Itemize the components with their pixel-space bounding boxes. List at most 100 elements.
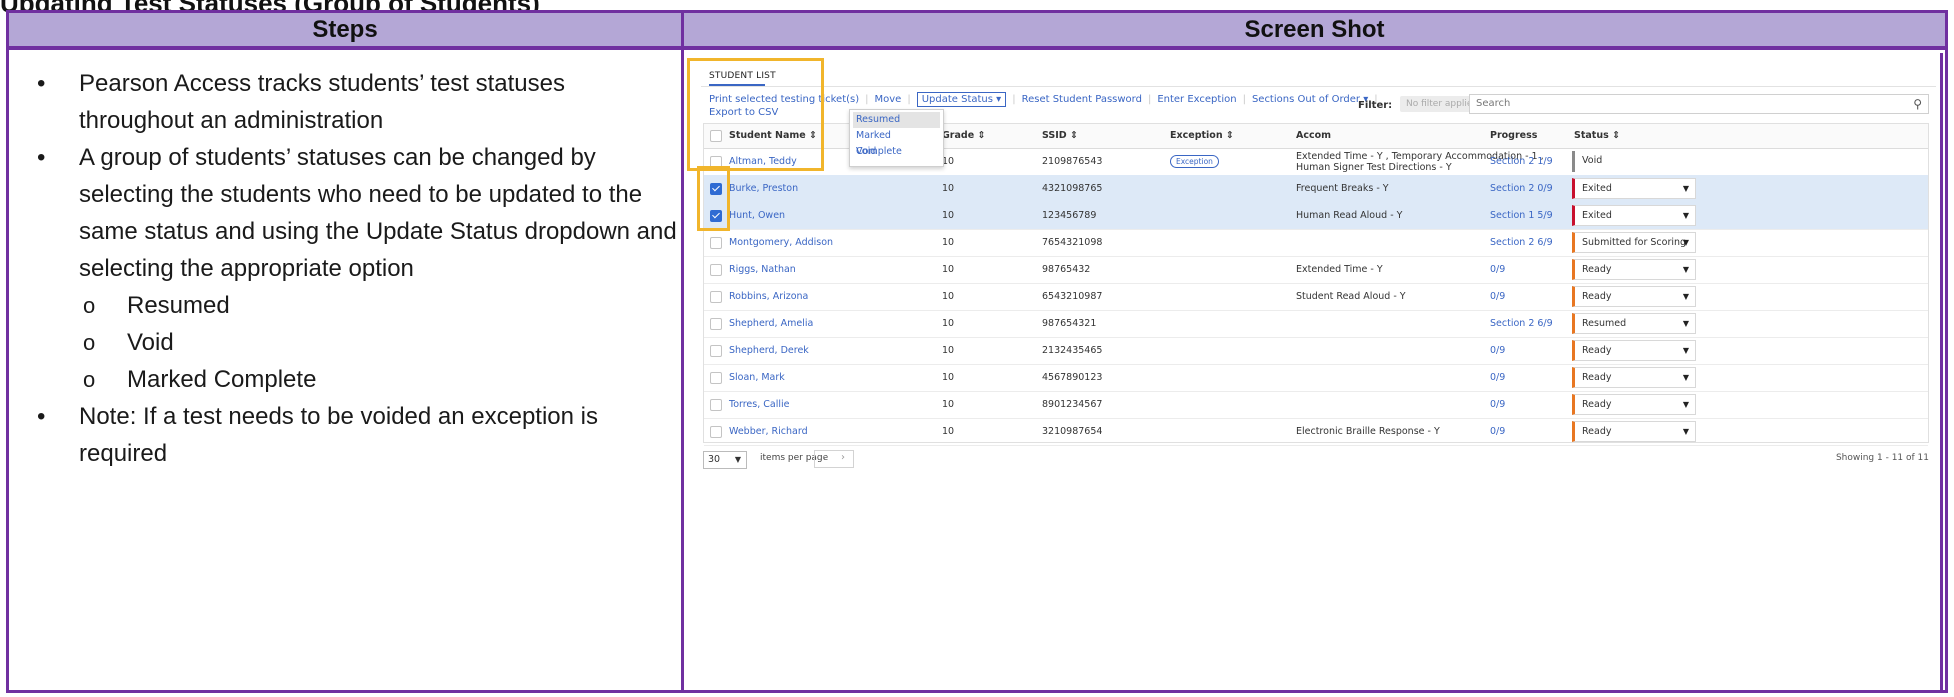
student-list-screenshot: STUDENT LIST Print selected testing tick… — [687, 53, 1943, 690]
row-checkbox[interactable] — [710, 183, 722, 195]
col-header-grade[interactable]: Grade ⇕ — [942, 124, 985, 151]
menu-item-resumed[interactable]: Resumed — [853, 112, 940, 128]
sort-icon: ⇕ — [809, 130, 817, 141]
ssid-cell: 987654321 — [1042, 318, 1097, 329]
caret-down-icon: ▾ — [996, 94, 1002, 105]
status-label: Void — [1572, 151, 1696, 172]
status-select[interactable]: Exited ▼ — [1572, 205, 1696, 226]
sections-out-of-order-label: Sections Out of Order — [1251, 94, 1361, 105]
status-select[interactable]: Resumed ▼ — [1572, 313, 1696, 334]
sort-icon: ⇕ — [1225, 130, 1234, 141]
grade-cell: 10 — [942, 237, 955, 248]
exception-badge[interactable]: Exception — [1170, 155, 1219, 168]
ssid-cell: 2132435465 — [1042, 345, 1103, 356]
progress-link[interactable]: 0/9 — [1490, 337, 1505, 364]
progress-link[interactable]: Section 1 5/9 — [1490, 202, 1553, 229]
print-tickets-link[interactable]: Print selected testing ticket(s) — [709, 94, 859, 105]
status-select[interactable]: Ready ▼ — [1572, 286, 1696, 307]
student-name-link[interactable]: Robbins, Arizona — [729, 283, 808, 310]
col-header-ssid[interactable]: SSID ⇕ — [1042, 124, 1078, 151]
page-size-select[interactable]: 30 ▼ — [703, 451, 747, 469]
student-list-title: STUDENT LIST — [709, 71, 776, 81]
enter-exception-link[interactable]: Enter Exception — [1157, 94, 1236, 105]
page-size-value: 30 — [708, 454, 721, 465]
grade-cell: 10 — [942, 264, 955, 275]
progress-link[interactable]: 0/9 — [1490, 364, 1505, 391]
row-checkbox[interactable] — [710, 156, 722, 168]
student-name-link[interactable]: Riggs, Nathan — [729, 256, 796, 283]
col-header-progress: Progress — [1490, 130, 1538, 141]
row-checkbox[interactable] — [710, 318, 722, 330]
progress-link[interactable]: 0/9 — [1490, 283, 1505, 310]
student-name-link[interactable]: Hunt, Owen — [729, 202, 785, 229]
step-item: A group of students’ statuses can be cha… — [37, 139, 677, 287]
row-checkbox[interactable] — [710, 264, 722, 276]
select-all-checkbox[interactable] — [710, 130, 722, 142]
progress-link[interactable]: Section 2 6/9 — [1490, 229, 1553, 256]
status-select[interactable]: Ready ▼ — [1572, 367, 1696, 388]
ssid-cell: 98765432 — [1042, 264, 1091, 275]
student-name-link[interactable]: Webber, Richard — [729, 418, 808, 445]
student-grid: Student Name ⇕ Grade ⇕ SSID ⇕ Exception … — [703, 123, 1929, 446]
frame-right-border — [1940, 53, 1943, 690]
student-name-link[interactable]: Shepherd, Amelia — [729, 310, 813, 337]
progress-link[interactable]: Section 2 0/9 — [1490, 175, 1553, 202]
row-checkbox[interactable] — [710, 426, 722, 438]
move-link[interactable]: Move — [875, 94, 902, 105]
steps-list: Pearson Access tracks students’ test sta… — [9, 65, 677, 472]
progress-link[interactable]: 0/9 — [1490, 256, 1505, 283]
ssid-cell: 7654321098 — [1042, 237, 1103, 248]
filter-label: Filter: — [1358, 100, 1393, 111]
search-input[interactable]: Search ⚲ — [1469, 94, 1929, 114]
step-item: Pearson Access tracks students’ test sta… — [37, 65, 677, 139]
status-select[interactable]: Ready ▼ — [1572, 259, 1696, 280]
row-checkbox[interactable] — [710, 237, 722, 249]
status-select[interactable]: Ready ▼ — [1572, 340, 1696, 361]
col-header-student-name[interactable]: Student Name ⇕ — [729, 124, 817, 151]
ssid-cell: 4321098765 — [1042, 183, 1103, 194]
export-csv-link[interactable]: Export to CSV — [709, 107, 778, 118]
row-checkbox[interactable] — [710, 399, 722, 411]
update-status-dropdown[interactable]: Update Status ▾ — [916, 92, 1007, 107]
prev-page-icon[interactable]: ‹ — [822, 452, 826, 463]
ssid-cell: 6543210987 — [1042, 291, 1103, 302]
progress-link[interactable]: 0/9 — [1490, 391, 1505, 418]
progress-link[interactable]: 0/9 — [1490, 418, 1505, 445]
column-divider — [681, 13, 684, 690]
sections-out-of-order-dropdown[interactable]: Sections Out of Order ▾ — [1252, 94, 1368, 105]
grade-cell: 10 — [942, 426, 955, 437]
table-row: Robbins, Arizona 10 6543210987 Student Read… — [704, 283, 1928, 311]
student-name-link[interactable]: Torres, Callie — [729, 391, 790, 418]
col-header-status[interactable]: Status ⇕ — [1574, 124, 1620, 151]
student-name-link[interactable]: Altman, Teddy — [729, 148, 797, 175]
status-select[interactable]: Exited ▼ — [1572, 178, 1696, 199]
sub-step-item: Void — [83, 324, 677, 361]
status-select[interactable]: Submitted for Scoring ▼ — [1572, 232, 1696, 253]
reset-password-link[interactable]: Reset Student Password — [1022, 94, 1142, 105]
status-select[interactable]: Ready ▼ — [1572, 421, 1696, 442]
row-checkbox[interactable] — [710, 210, 722, 222]
table-row: Torres, Callie 10 8901234567 0/9 Ready ▼ — [704, 391, 1928, 419]
student-name-link[interactable]: Montgomery, Addison — [729, 229, 833, 256]
status-select[interactable]: Ready ▼ — [1572, 394, 1696, 415]
menu-item-marked-complete[interactable]: Marked Complete — [850, 128, 943, 157]
progress-link[interactable]: Section 2 1/9 — [1490, 148, 1553, 175]
accom-cell: Student Read Aloud - Y — [1296, 291, 1406, 302]
toolbar-divider — [701, 86, 1936, 87]
progress-link[interactable]: Section 2 6/9 — [1490, 310, 1553, 337]
row-checkbox[interactable] — [710, 291, 722, 303]
next-page-icon[interactable]: › — [841, 452, 845, 463]
search-icon[interactable]: ⚲ — [1913, 97, 1922, 111]
row-checkbox[interactable] — [710, 372, 722, 384]
row-checkbox[interactable] — [710, 345, 722, 357]
ssid-cell: 123456789 — [1042, 210, 1097, 221]
instruction-table: Steps Screen Shot Pearson Access tracks … — [6, 10, 1948, 693]
student-name-link[interactable]: Shepherd, Derek — [729, 337, 809, 364]
steps-header: Steps — [9, 13, 684, 50]
sort-icon: ⇕ — [1070, 130, 1078, 141]
col-header-exception[interactable]: Exception ⇕ — [1170, 124, 1234, 151]
student-name-link[interactable]: Burke, Preston — [729, 175, 798, 202]
student-name-link[interactable]: Sloan, Mark — [729, 364, 785, 391]
grade-cell: 10 — [942, 291, 955, 302]
accom-cell: Extended Time - Y — [1296, 264, 1383, 275]
